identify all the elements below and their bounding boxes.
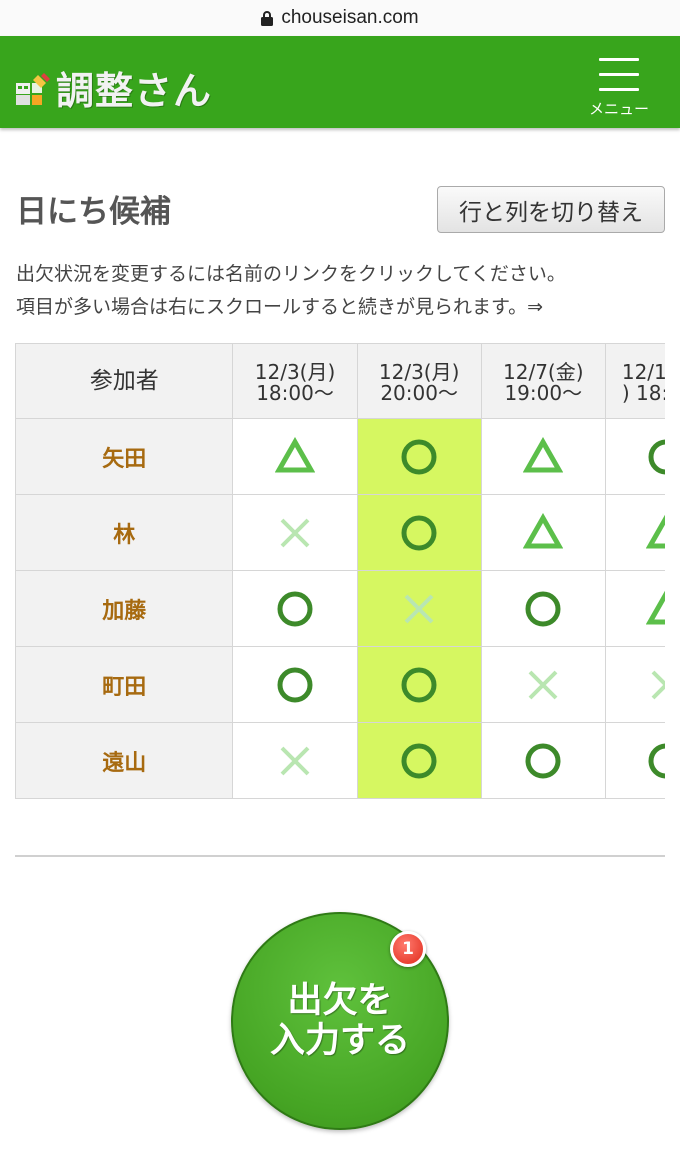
participant-header: 参加者 xyxy=(15,343,234,419)
section-title: 日にち候補 xyxy=(16,194,171,230)
circle-mark-cell xyxy=(356,722,482,799)
cross-icon xyxy=(280,518,310,547)
cross-icon xyxy=(528,670,558,699)
triangle-mark-cell xyxy=(480,494,606,571)
date-header: 12/3(月) 20:00〜 xyxy=(356,343,482,419)
cross-icon xyxy=(404,594,434,623)
cross-icon xyxy=(280,746,310,775)
table-row: 矢田 xyxy=(15,418,665,495)
table-row: 町田 xyxy=(15,646,665,723)
date-header: 12/7(金) 19:00〜 xyxy=(480,343,606,419)
triangle-icon xyxy=(523,512,564,548)
site-header: 調整さん メニュー xyxy=(0,36,680,128)
participant-name-link[interactable]: 加藤 xyxy=(15,570,234,647)
participant-name-link[interactable]: 林 xyxy=(15,494,234,571)
triangle-mark-cell xyxy=(604,494,665,571)
circle-mark-cell xyxy=(232,570,358,647)
circle-mark-cell xyxy=(356,494,482,571)
participant-name-link[interactable]: 矢田 xyxy=(15,418,234,495)
circle-mark-cell xyxy=(232,646,358,723)
toggle-rows-columns-button[interactable]: 行と列を切り替え xyxy=(437,186,665,233)
attendance-table: 参加者 12/3(月) 18:00〜 12/3(月) 20:00〜 12/7(金) 1… xyxy=(15,343,665,799)
calendar-logo-icon xyxy=(16,72,50,105)
notification-badge: 1 xyxy=(390,931,426,967)
cross-mark-cell xyxy=(356,570,482,647)
cross-icon xyxy=(651,670,665,699)
lock-icon xyxy=(261,10,274,26)
triangle-mark-cell xyxy=(604,570,665,647)
circle-mark-cell xyxy=(356,646,482,723)
circle-icon xyxy=(277,667,313,702)
table-row: 林 xyxy=(15,494,665,571)
date-header: 12/18() 18:00 xyxy=(604,343,665,419)
circle-mark-cell xyxy=(480,722,606,799)
menu-button[interactable]: メニュー xyxy=(582,52,656,118)
circle-mark-cell xyxy=(604,722,665,799)
help-text: 出欠状況を変更するには名前のリンクをクリックしてください。 項目が多い場合は右に… xyxy=(16,258,676,324)
cross-mark-cell xyxy=(604,646,665,723)
triangle-mark-cell xyxy=(232,418,358,495)
date-header: 12/3(月) 18:00〜 xyxy=(232,343,358,419)
hamburger-icon xyxy=(599,58,639,103)
circle-mark-cell xyxy=(356,418,482,495)
circle-mark-cell xyxy=(604,418,665,495)
participant-name-link[interactable]: 町田 xyxy=(15,646,234,723)
cross-mark-cell xyxy=(480,646,606,723)
table-row: 加藤 xyxy=(15,570,665,647)
triangle-icon xyxy=(523,436,564,472)
circle-mark-cell xyxy=(480,570,606,647)
circle-icon xyxy=(525,743,561,778)
divider xyxy=(15,855,665,857)
url-text: chouseisan.com xyxy=(281,7,419,28)
circle-icon xyxy=(277,591,313,626)
table-header-row: 参加者 12/3(月) 18:00〜 12/3(月) 20:00〜 12/7(金) 1… xyxy=(15,343,665,419)
logo-text: 調整さん xyxy=(56,69,213,113)
triangle-icon xyxy=(645,589,665,624)
help-line: 項目が多い場合は右にスクロールすると続きが見られます。⇒ xyxy=(16,296,544,318)
cross-mark-cell xyxy=(232,494,358,571)
participant-name-link[interactable]: 遠山 xyxy=(15,722,234,799)
circle-icon xyxy=(401,439,437,474)
menu-label: メニュー xyxy=(588,100,649,118)
table-row: 遠山 xyxy=(15,722,665,799)
triangle-icon xyxy=(645,513,665,548)
attendance-table-scroll[interactable]: 参加者 12/3(月) 18:00〜 12/3(月) 20:00〜 12/7(金) 1… xyxy=(15,343,665,801)
triangle-icon xyxy=(275,436,316,472)
browser-url-bar[interactable]: chouseisan.com xyxy=(0,0,680,36)
help-line: 出欠状況を変更するには名前のリンクをクリックしてください。 xyxy=(16,263,566,285)
circle-icon xyxy=(401,743,437,778)
triangle-mark-cell xyxy=(480,418,606,495)
cross-mark-cell xyxy=(232,722,358,799)
circle-icon xyxy=(401,667,437,702)
circle-icon xyxy=(401,515,437,550)
circle-icon xyxy=(648,439,665,474)
circle-icon xyxy=(648,743,665,778)
site-logo[interactable]: 調整さん xyxy=(14,60,212,115)
circle-icon xyxy=(525,591,561,626)
